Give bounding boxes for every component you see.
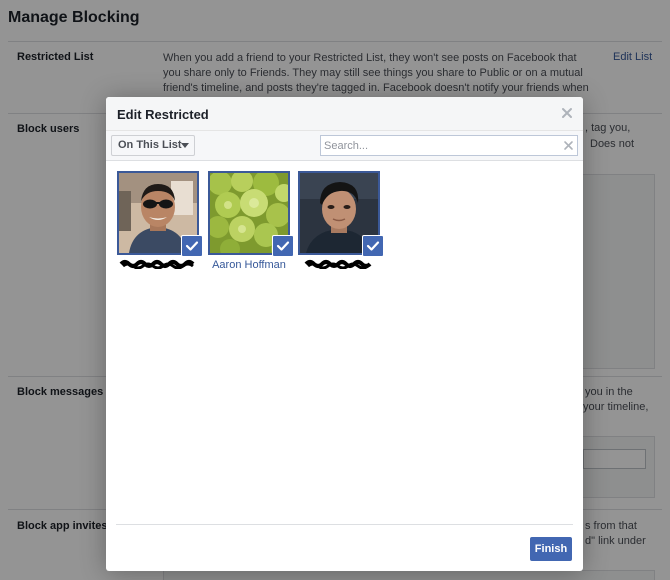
- friend-tile[interactable]: [298, 171, 384, 271]
- edit-restricted-dialog: Edit Restricted On This List Search... A…: [106, 97, 583, 571]
- clear-search-icon[interactable]: [563, 140, 574, 151]
- friend-search-box[interactable]: [320, 135, 578, 156]
- footer-divider: [116, 524, 573, 525]
- list-filter-dropdown[interactable]: On This List: [111, 135, 195, 156]
- dialog-title: Edit Restricted: [117, 107, 209, 122]
- close-icon[interactable]: [559, 105, 575, 121]
- checkmark-icon: [181, 235, 203, 257]
- friend-tile[interactable]: [117, 171, 203, 271]
- redacted-name-scribble: [119, 260, 195, 269]
- dialog-header: Edit Restricted: [106, 97, 583, 131]
- dialog-toolbar: On This List: [106, 131, 583, 161]
- redacted-name-scribble: [304, 260, 372, 269]
- finish-button[interactable]: Finish: [530, 537, 572, 561]
- list-filter-selected: On This List: [118, 139, 182, 151]
- friend-tile[interactable]: Aaron Hoffman: [208, 171, 294, 271]
- friend-grid: Aaron Hoffman: [116, 171, 576, 291]
- friend-name[interactable]: Aaron Hoffman: [202, 259, 296, 271]
- friend-search-input[interactable]: [324, 138, 554, 153]
- caret-down-icon: [181, 143, 189, 148]
- checkmark-icon: [272, 235, 294, 257]
- checkmark-icon: [362, 235, 384, 257]
